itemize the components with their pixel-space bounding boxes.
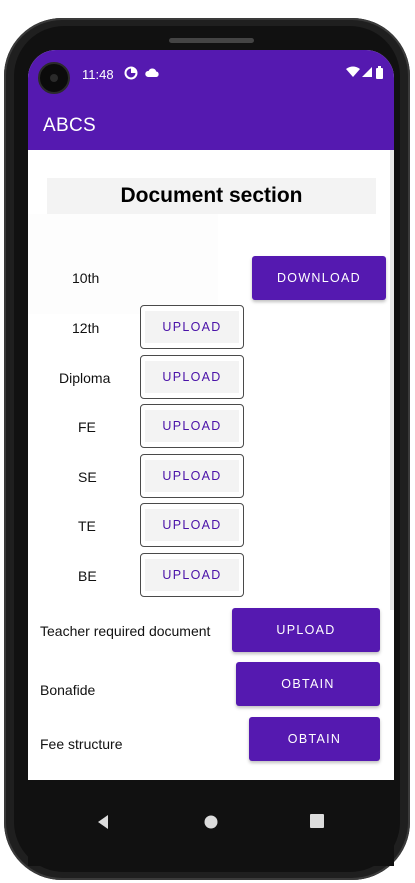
label-se: SE (78, 469, 97, 485)
label-teacher-required-document: Teacher required document (40, 623, 211, 639)
label-10th: 10th (72, 270, 100, 286)
obtain-fee-structure-button[interactable]: OBTAIN (249, 717, 380, 761)
status-time: 11:48 (82, 67, 114, 82)
upload-te-label: UPLOAD (145, 509, 239, 541)
wifi-icon (346, 66, 360, 81)
app-title: ABCS (43, 115, 96, 136)
upload-diploma-button[interactable]: UPLOAD (140, 355, 244, 399)
earpiece-speaker (169, 38, 254, 43)
label-te: TE (78, 518, 96, 534)
upload-12th-button[interactable]: UPLOAD (140, 305, 244, 349)
label-fee-structure: Fee structure (40, 736, 123, 752)
label-fe: FE (78, 419, 96, 435)
scrollbar[interactable] (390, 150, 394, 610)
screen: 11:48 ABCS Document section 10th DOWNLOA… (28, 50, 394, 780)
signal-icon (362, 66, 373, 81)
upload-be-button[interactable]: UPLOAD (140, 553, 244, 597)
recents-icon[interactable] (310, 814, 324, 833)
label-be: BE (78, 568, 97, 584)
download-10th-button[interactable]: DOWNLOAD (252, 256, 386, 300)
label-12th: 12th (72, 320, 100, 336)
upload-diploma-label: UPLOAD (145, 361, 239, 393)
upload-be-label: UPLOAD (145, 559, 239, 591)
label-diploma: Diploma (59, 370, 111, 386)
upload-fe-button[interactable]: UPLOAD (140, 404, 244, 448)
upload-12th-label: UPLOAD (145, 311, 239, 343)
app-bar: ABCS (28, 100, 394, 150)
front-camera (38, 62, 70, 94)
document-content: Document section 10th DOWNLOAD 12th UPLO… (28, 150, 394, 780)
back-icon[interactable] (96, 814, 110, 835)
upload-se-button[interactable]: UPLOAD (140, 454, 244, 498)
obtain-bonafide-button[interactable]: OBTAIN (236, 662, 380, 706)
battery-icon (376, 66, 383, 82)
upload-fe-label: UPLOAD (145, 410, 239, 442)
data-saver-icon (124, 66, 138, 83)
status-bar: 11:48 (28, 50, 394, 100)
upload-teacher-document-button[interactable]: UPLOAD (232, 608, 380, 652)
section-header: Document section (47, 178, 376, 214)
label-bonafide: Bonafide (40, 682, 96, 698)
home-icon[interactable] (203, 814, 219, 835)
upload-te-button[interactable]: UPLOAD (140, 503, 244, 547)
row-background (28, 214, 218, 314)
navigation-bar (28, 780, 394, 866)
upload-se-label: UPLOAD (145, 460, 239, 492)
cloud-icon (144, 66, 160, 83)
page-title: Document section (120, 184, 303, 207)
